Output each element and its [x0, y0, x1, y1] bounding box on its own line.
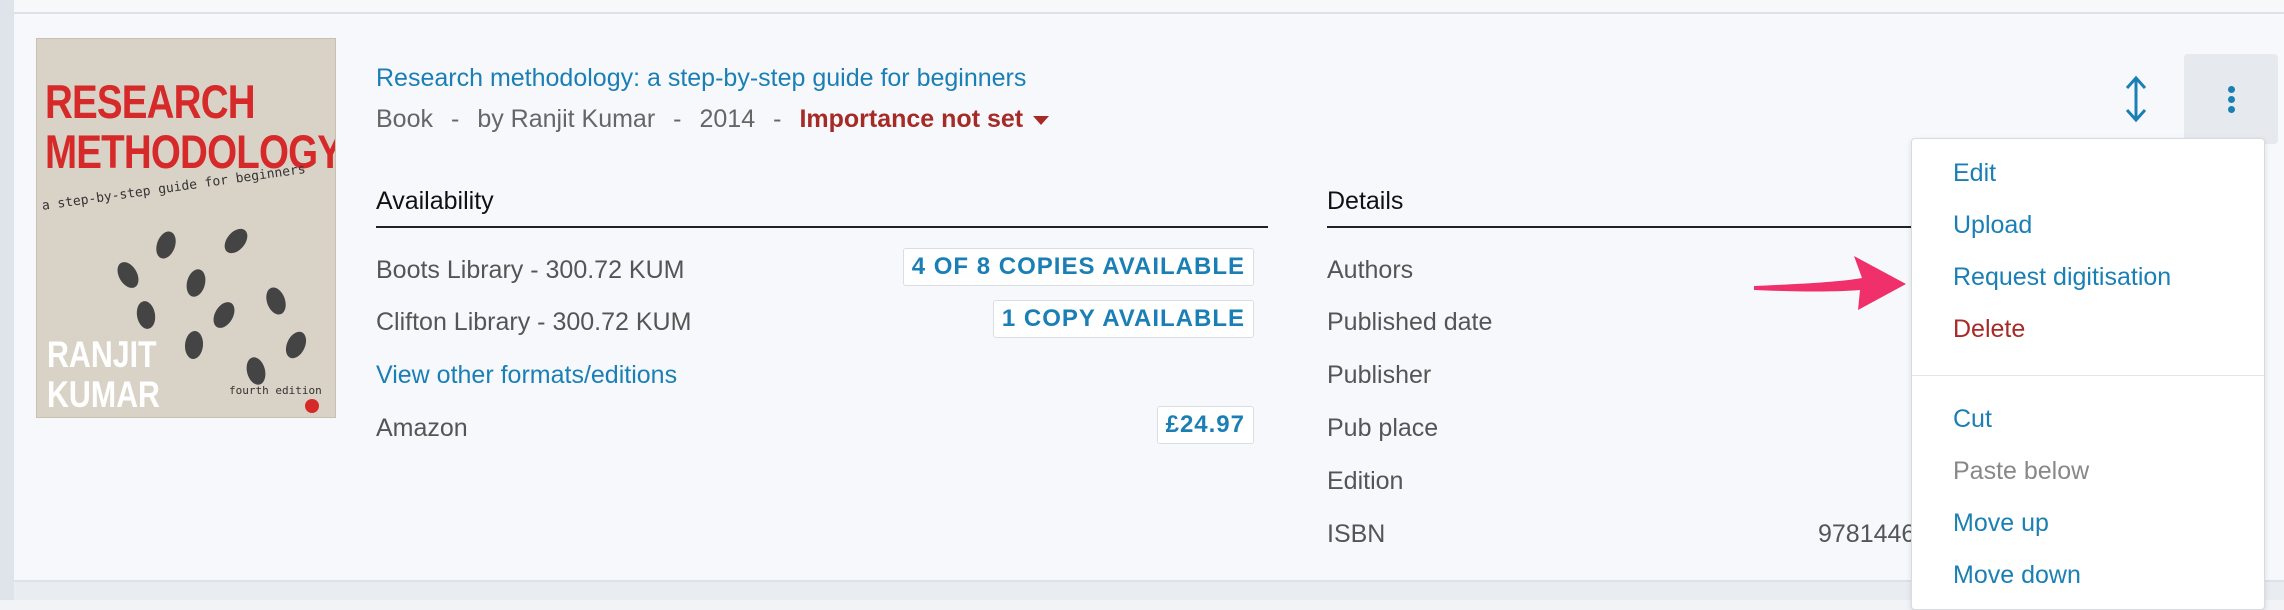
- caret-down-icon: [1033, 115, 1050, 125]
- menu-item-delete[interactable]: Delete: [1953, 315, 2025, 344]
- menu-divider: [1912, 375, 2264, 376]
- footprint-icon: [220, 224, 252, 258]
- footprint-icon: [243, 355, 269, 387]
- author-text: by Ranjit Kumar: [477, 105, 656, 133]
- footprint-icon: [183, 330, 205, 360]
- availability-divider: [376, 226, 1268, 228]
- importance-dropdown[interactable]: Importance not set: [799, 105, 1050, 133]
- detail-label-published-date: Published date: [1327, 308, 1493, 336]
- cover-author: RANJIT KUMAR: [47, 334, 160, 415]
- book-cover-image[interactable]: RESEARCH METHODOLOGY a step-by-step guid…: [36, 38, 336, 418]
- cover-title: RESEARCH METHODOLOGY: [45, 75, 336, 178]
- details-divider: [1327, 226, 1927, 228]
- menu-item-move-up[interactable]: Move up: [1953, 509, 2049, 538]
- availability-location: Clifton Library - 300.72 KUM: [376, 308, 692, 336]
- detail-label-isbn: ISBN: [1327, 520, 1386, 548]
- availability-status-badge[interactable]: 4 OF 8 COPIES AVAILABLE: [902, 248, 1254, 286]
- footprint-icon: [183, 267, 209, 299]
- availability-location: Boots Library - 300.72 KUM: [376, 256, 685, 284]
- annotation-arrow-icon: [1754, 256, 1906, 310]
- detail-label-pub-place: Pub place: [1327, 414, 1439, 442]
- footprint-icon: [209, 298, 239, 332]
- book-meta: Book - by Ranjit Kumar -2014- Importance not…: [376, 105, 1050, 134]
- menu-item-paste-below: Paste below: [1953, 457, 2090, 485]
- vendor-name: Amazon: [376, 414, 468, 442]
- publication-year: 2014: [699, 105, 756, 133]
- publisher-logo-icon: [305, 399, 319, 413]
- footprint-icon: [113, 258, 143, 292]
- vendor-price-badge[interactable]: £24.97: [1156, 406, 1254, 444]
- footprint-icon: [281, 328, 311, 362]
- footprint-icon: [152, 228, 180, 262]
- menu-item-upload[interactable]: Upload: [1953, 211, 2032, 240]
- detail-label-authors: Authors: [1327, 256, 1414, 284]
- availability-status-badge[interactable]: 1 COPY AVAILABLE: [992, 300, 1254, 338]
- menu-item-edit[interactable]: Edit: [1953, 159, 1996, 188]
- menu-item-request-digitisation[interactable]: Request digitisation: [1953, 263, 2171, 292]
- cover-edition: fourth edition: [229, 384, 322, 397]
- up-down-arrows-icon[interactable]: [2122, 74, 2150, 124]
- detail-label-edition: Edition: [1327, 467, 1404, 495]
- resource-type: Book: [376, 105, 433, 133]
- detail-label-publisher: Publisher: [1327, 361, 1432, 389]
- footprint-icon: [134, 299, 158, 331]
- more-actions-button[interactable]: [2184, 54, 2278, 144]
- availability-heading: Availability: [376, 187, 494, 215]
- left-rail: [0, 0, 14, 600]
- isbn-value: 9781446: [1818, 520, 1916, 548]
- book-title-link[interactable]: Research methodology: a step-by-step gui…: [376, 64, 1026, 93]
- menu-item-move-down[interactable]: Move down: [1953, 561, 2081, 590]
- details-heading: Details: [1327, 187, 1404, 215]
- item-actions-menu: Edit Upload Request digitisation Delete …: [1911, 138, 2265, 610]
- previous-item-edge: [14, 0, 2284, 14]
- menu-item-cut[interactable]: Cut: [1953, 405, 1992, 434]
- footprint-icon: [262, 284, 290, 318]
- other-formats-link[interactable]: View other formats/editions: [376, 361, 677, 390]
